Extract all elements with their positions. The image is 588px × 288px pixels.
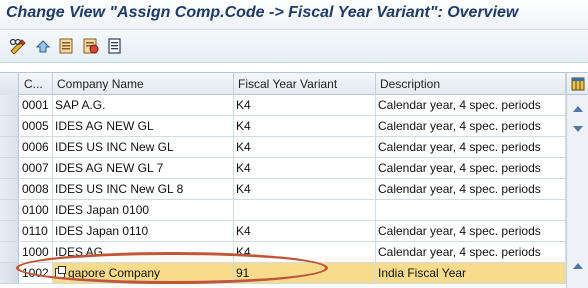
row-selector[interactable] [0, 95, 19, 116]
cell-company-name: IDES Japan 0100 [53, 200, 234, 221]
cell-company-name: IDES Japan 0110 [53, 221, 234, 242]
delete-entries-icon[interactable] [82, 37, 100, 55]
cell-fiscal-year-variant[interactable]: K4 [234, 116, 376, 137]
cell-company-name: gapore Company [53, 263, 234, 284]
table-row[interactable]: 0005 IDES AG NEW GL K4 Calendar year, 4 … [0, 116, 566, 137]
row-selector[interactable] [0, 137, 19, 158]
column-header-description[interactable]: Description [376, 73, 566, 95]
cell-fiscal-year-variant[interactable]: K4 [234, 137, 376, 158]
cell-company-name: IDES AG NEW GL [53, 116, 234, 137]
cell-company-code: 0007 [20, 158, 53, 179]
select-all-column-header[interactable] [0, 73, 19, 95]
cell-fiscal-year-variant[interactable]: K4 [234, 158, 376, 179]
cell-description: India Fiscal Year [376, 263, 566, 284]
cell-company-name: IDES US INC New GL [53, 137, 234, 158]
column-header-fiscal-year-variant[interactable]: Fiscal Year Variant [234, 73, 376, 95]
cell-company-name: IDES AG NEW GL 7 [53, 158, 234, 179]
table-row[interactable]: 0001 SAP A.G. K4 Calendar year, 4 spec. … [0, 95, 566, 116]
table-row[interactable]: 0008 IDES US INC New GL 8 K4 Calendar ye… [0, 179, 566, 200]
cell-company-code: 0001 [20, 95, 53, 116]
cell-description [376, 200, 566, 221]
column-header-code[interactable]: C... [20, 73, 53, 95]
cell-fiscal-year-variant[interactable]: K4 [234, 95, 376, 116]
cell-fiscal-year-variant[interactable]: K4 [234, 242, 376, 263]
cell-description: Calendar year, 4 spec. periods [376, 221, 566, 242]
table-row-highlighted[interactable]: 1002 gapore Company 91 India Fiscal Year [0, 263, 566, 284]
cell-description: Calendar year, 4 spec. periods [376, 137, 566, 158]
vertical-scrollbar[interactable] [566, 95, 588, 288]
copy-entries-icon[interactable] [58, 37, 76, 55]
column-header-company-name[interactable]: Company Name [53, 73, 234, 95]
scroll-down-icon[interactable] [573, 126, 583, 132]
row-selector[interactable] [0, 179, 19, 200]
window-title: Change View "Assign Comp.Code -> Fiscal … [6, 4, 519, 21]
cell-company-code: 0006 [20, 137, 53, 158]
cell-company-code: 0005 [20, 116, 53, 137]
cell-company-code: 0008 [20, 179, 53, 200]
cell-description: Calendar year, 4 spec. periods [376, 158, 566, 179]
table-row[interactable]: 0006 IDES US INC New GL K4 Calendar year… [0, 137, 566, 158]
cell-company-code: 0100 [20, 200, 53, 221]
table-header: C... Company Name Fiscal Year Variant De… [0, 73, 566, 95]
row-selector[interactable] [0, 263, 19, 284]
table-row[interactable]: 0007 IDES AG NEW GL 7 K4 Calendar year, … [0, 158, 566, 179]
cell-company-code: 1000 [20, 242, 53, 263]
application-toolbar [0, 31, 588, 63]
row-selector[interactable] [0, 158, 19, 179]
cell-fiscal-year-variant[interactable]: K4 [234, 179, 376, 200]
column-settings-icon[interactable] [566, 73, 588, 95]
title-bar: Change View "Assign Comp.Code -> Fiscal … [0, 0, 588, 30]
edit-glasses-icon[interactable] [9, 37, 27, 55]
page-up-icon[interactable] [573, 263, 583, 269]
cell-description: Calendar year, 4 spec. periods [376, 116, 566, 137]
cell-fiscal-year-variant[interactable] [234, 200, 376, 221]
cell-company-name: SAP A.G. [53, 95, 234, 116]
row-selector[interactable] [0, 116, 19, 137]
row-selector[interactable] [0, 242, 19, 263]
table-row[interactable]: 1000 IDES AG K4 Calendar year, 4 spec. p… [0, 242, 566, 263]
row-selector[interactable] [0, 221, 19, 242]
cell-company-code: 1002 [20, 263, 53, 284]
cell-fiscal-year-variant[interactable]: 91 [234, 263, 376, 284]
cell-company-code: 0110 [20, 221, 53, 242]
cell-fiscal-year-variant[interactable]: K4 [234, 221, 376, 242]
copy-icon [55, 266, 66, 278]
undo-icon[interactable] [34, 37, 52, 55]
cell-company-name-text: gapore Company [68, 266, 161, 280]
company-code-table: C... Company Name Fiscal Year Variant De… [0, 72, 588, 288]
cell-description: Calendar year, 4 spec. periods [376, 179, 566, 200]
scroll-up-icon[interactable] [573, 106, 583, 112]
cell-company-name: IDES AG [53, 242, 234, 263]
cell-description: Calendar year, 4 spec. periods [376, 242, 566, 263]
details-icon[interactable] [106, 37, 124, 55]
cell-description: Calendar year, 4 spec. periods [376, 95, 566, 116]
table-row[interactable]: 0100 IDES Japan 0100 [0, 200, 566, 221]
row-selector[interactable] [0, 200, 19, 221]
cell-company-name: IDES US INC New GL 8 [53, 179, 234, 200]
table-row[interactable]: 0110 IDES Japan 0110 K4 Calendar year, 4… [0, 221, 566, 242]
